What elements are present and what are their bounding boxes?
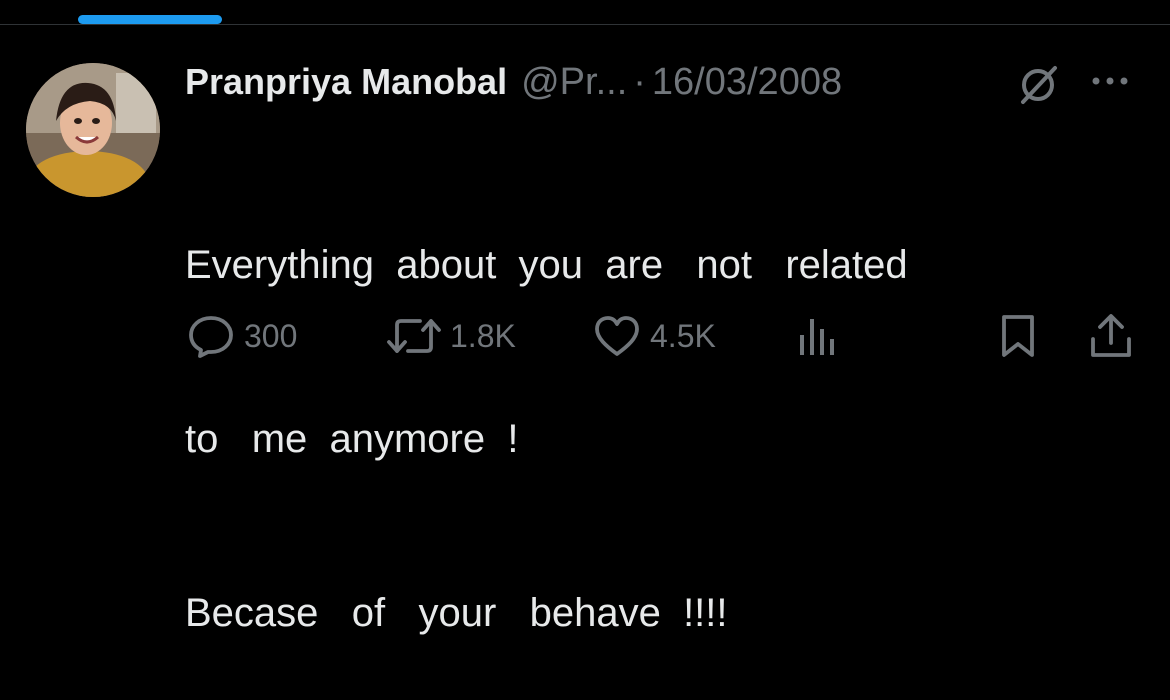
repost-arrows-icon	[387, 319, 441, 353]
reply-count: 300	[244, 317, 298, 354]
bar-chart-icon	[800, 319, 834, 355]
header-divider	[0, 24, 1170, 25]
display-name[interactable]: Pranpriya Manobal	[185, 61, 507, 103]
active-tab-indicator	[78, 15, 222, 24]
ellipsis-icon[interactable]	[1090, 66, 1130, 96]
avatar-photo	[26, 63, 160, 197]
bookmark-icon	[1002, 315, 1034, 357]
reply-button[interactable]: 300	[186, 308, 297, 364]
user-handle[interactable]: @Pr...	[521, 61, 627, 104]
tweet-date[interactable]: 16/03/2008	[652, 61, 842, 104]
tweet-line-2: to me anymore !	[185, 417, 519, 461]
grok-slash-icon[interactable]	[1015, 62, 1061, 108]
share-button[interactable]	[1088, 308, 1134, 364]
tweet-line-3: Becase of your behave !!!!	[185, 591, 728, 635]
repost-button[interactable]: 1.8K	[386, 308, 516, 364]
bookmark-button[interactable]	[998, 308, 1038, 364]
tweet-text: Everything about you are not related to …	[185, 120, 1145, 700]
speech-bubble-icon	[189, 316, 233, 358]
tweet-header: Pranpriya Manobal @Pr... · 16/03/2008	[185, 56, 1145, 108]
like-count: 4.5K	[650, 317, 716, 354]
like-button[interactable]: 4.5K	[592, 308, 716, 364]
share-upload-icon	[1091, 314, 1131, 357]
avatar[interactable]	[26, 63, 160, 197]
tweet-action-bar: 300 1.8K 4.5K	[0, 308, 1170, 364]
heart-icon	[595, 316, 639, 356]
repost-count: 1.8K	[450, 317, 516, 354]
views-button[interactable]	[796, 308, 840, 364]
separator-dot: ·	[633, 60, 646, 103]
tweet-line-1: Everything about you are not related	[185, 243, 908, 287]
